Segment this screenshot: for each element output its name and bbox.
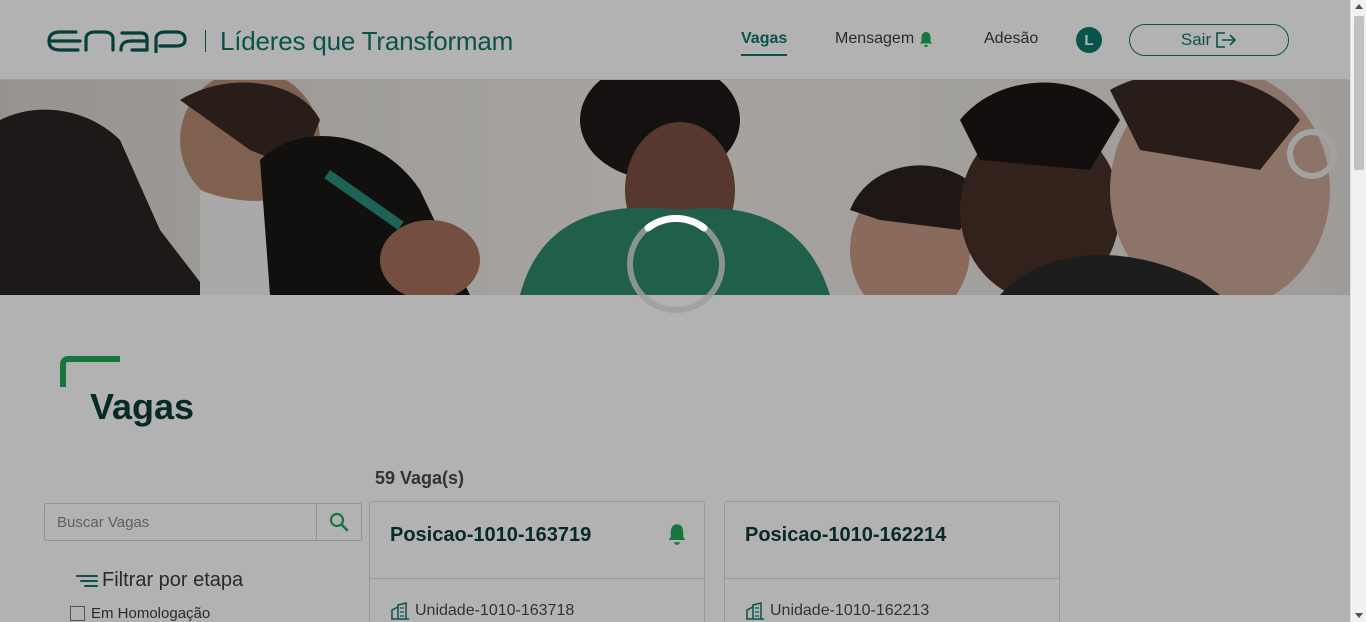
scroll-up-arrow[interactable]: [1355, 4, 1363, 9]
loading-overlay: [0, 0, 1350, 622]
vertical-scrollbar[interactable]: [1350, 0, 1366, 622]
scroll-thumb[interactable]: [1354, 16, 1364, 170]
scroll-down-arrow[interactable]: [1355, 613, 1363, 618]
loading-spinner: [627, 215, 725, 313]
